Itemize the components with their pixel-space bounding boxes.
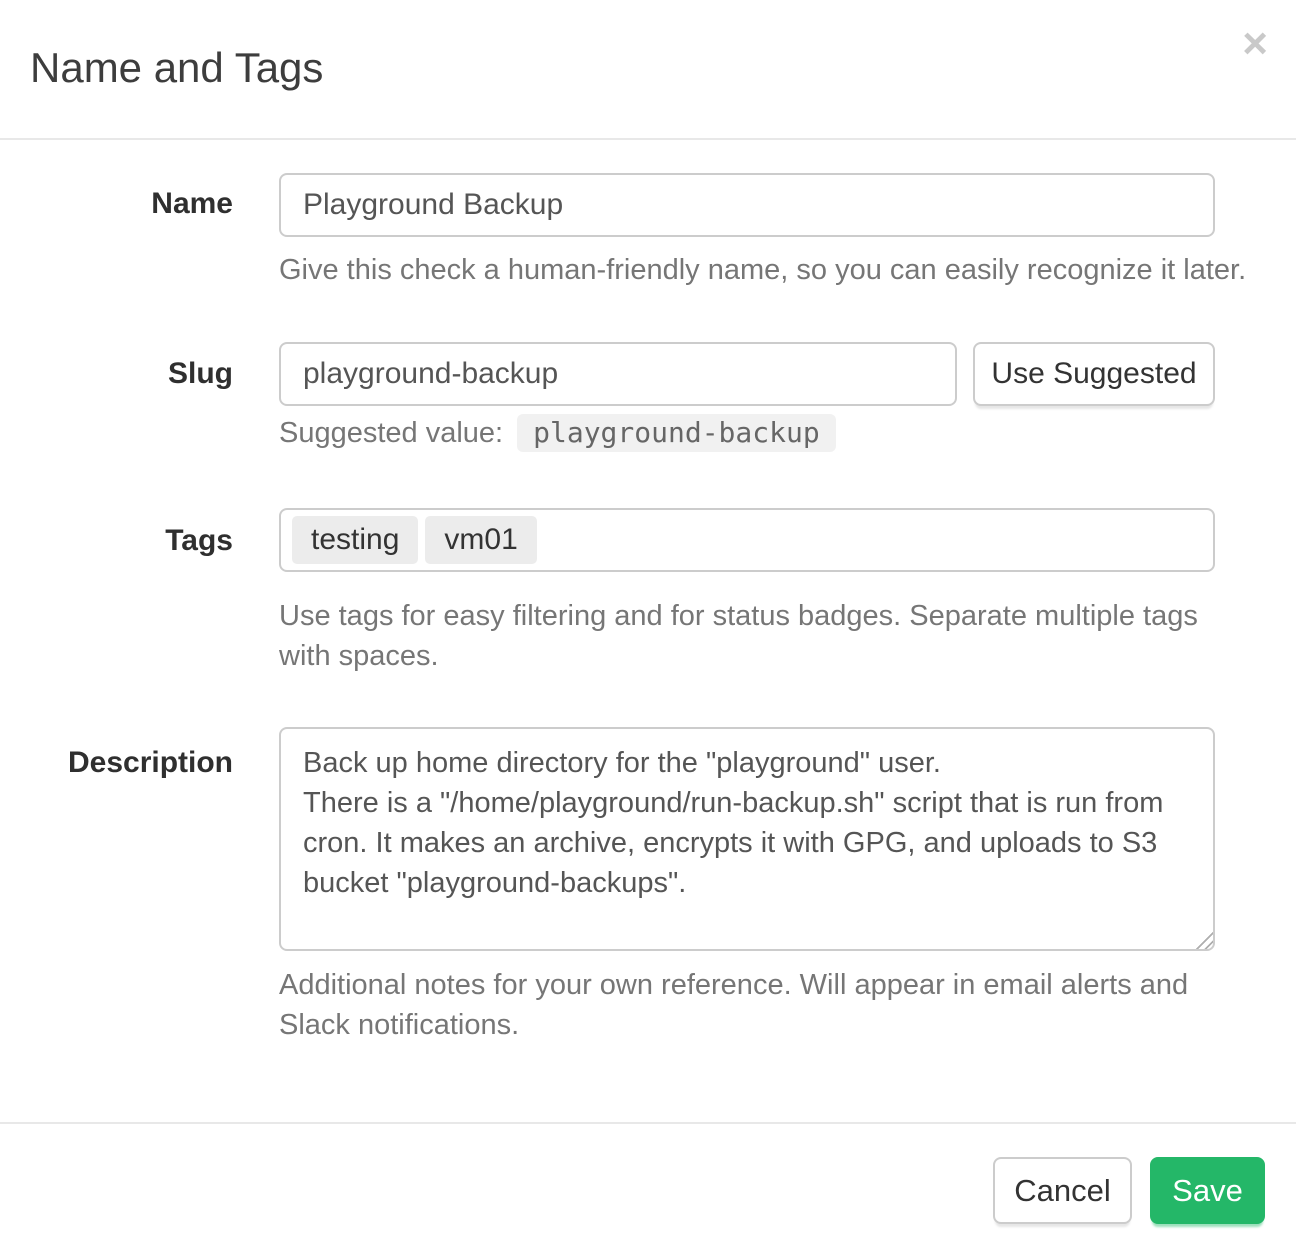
name-field-label: Name <box>0 186 233 222</box>
suggested-value-prefix: Suggested value: <box>279 417 503 450</box>
tags-field-label: Tags <box>0 523 233 559</box>
name-input[interactable] <box>279 173 1215 237</box>
name-and-tags-dialog: Name and Tags × Name Give this check a h… <box>0 0 1296 1254</box>
tag-chip[interactable]: testing <box>292 516 418 564</box>
slug-input[interactable] <box>279 342 957 406</box>
dialog-header: Name and Tags × <box>0 0 1296 140</box>
description-field-label: Description <box>0 745 233 781</box>
cancel-button[interactable]: Cancel <box>993 1157 1132 1224</box>
dialog-title: Name and Tags <box>30 44 323 92</box>
description-textarea[interactable]: Back up home directory for the "playgrou… <box>279 727 1215 951</box>
tags-input[interactable]: testingvm01 <box>279 508 1215 572</box>
description-help-text: Additional notes for your own reference.… <box>279 965 1269 1045</box>
slug-help-text: Suggested value: playground-backup <box>279 414 836 452</box>
name-help-text: Give this check a human-friendly name, s… <box>279 250 1269 290</box>
suggested-value-code: playground-backup <box>517 414 836 452</box>
footer-divider <box>0 1122 1296 1124</box>
slug-field-label: Slug <box>0 356 233 392</box>
use-suggested-button[interactable]: Use Suggested <box>973 342 1215 406</box>
close-icon[interactable]: × <box>1242 22 1268 66</box>
tags-help-text: Use tags for easy filtering and for stat… <box>279 596 1269 676</box>
tag-chip[interactable]: vm01 <box>425 516 536 564</box>
save-button[interactable]: Save <box>1150 1157 1265 1224</box>
